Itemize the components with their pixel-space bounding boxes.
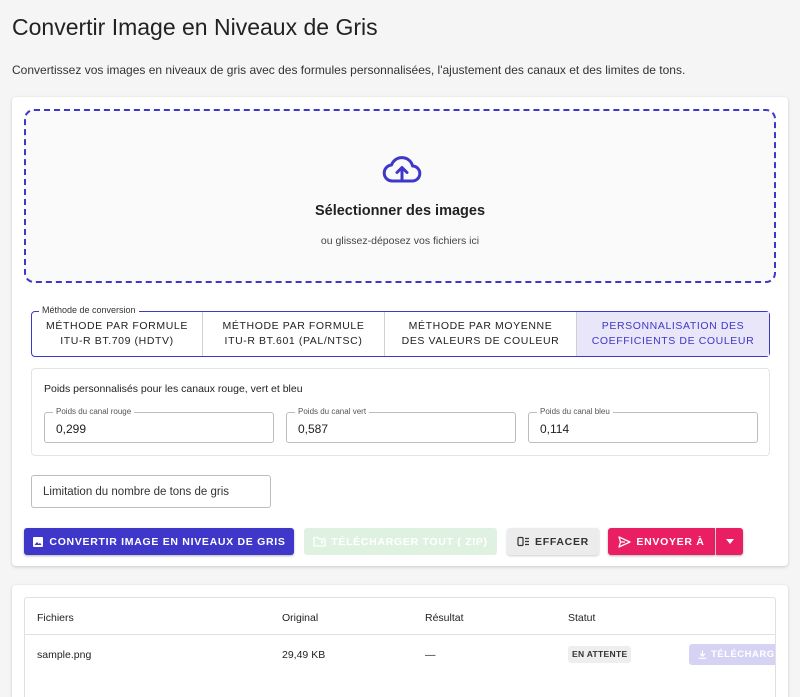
row-result: — [425,649,436,661]
blue-weight-value[interactable]: 0,114 [540,422,569,436]
header-original: Original [282,612,319,624]
conversion-method-group: Méthode de conversion MÉTHODE PAR FORMUL… [31,305,770,357]
folder-zip-icon [313,536,326,547]
red-weight-label: Poids du canal rouge [53,407,135,416]
header-files: Fichiers [37,612,74,624]
download-zip-label: TÉLÉCHARGER TOUT ( ZIP) [331,535,488,548]
row-file-name: sample.png [37,649,92,661]
clear-list-icon [517,536,530,547]
converter-card: Sélectionner des images ou glissez-dépos… [12,97,788,566]
header-result: Résultat [425,612,464,624]
download-zip-button[interactable]: TÉLÉCHARGER TOUT ( ZIP) [304,528,497,555]
clear-button[interactable]: EFFACER [507,528,599,555]
method-option-line: ITU-R BT.601 (PAL/NTSC) [224,335,363,347]
send-icon [618,535,632,548]
send-to-dropdown-button[interactable] [716,528,743,555]
blue-weight-label: Poids du canal bleu [537,407,613,416]
tone-limit-input[interactable]: Limitation du nombre de tons de gris [31,475,271,508]
method-option-average[interactable]: MÉTHODE PAR MOYENNE DES VALEURS DE COULEU… [385,312,577,356]
green-weight-value[interactable]: 0,587 [298,422,328,436]
method-option-line: MÉTHODE PAR MOYENNE [408,320,553,332]
method-option-line: DES VALEURS DE COULEUR [401,335,560,347]
red-weight-value[interactable]: 0,299 [56,422,86,436]
table-header: Fichiers Original Résultat Statut [25,598,775,635]
image-dropzone[interactable]: Sélectionner des images ou glissez-dépos… [24,109,776,283]
download-icon [698,650,707,659]
tone-limit-placeholder: Limitation du nombre de tons de gris [43,486,230,498]
convert-button[interactable]: CONVERTIR IMAGE EN NIVEAUX DE GRIS [24,528,294,555]
blue-weight-field[interactable]: Poids du canal bleu 0,114 [528,407,758,443]
method-option-line: ITU-R BT.709 (HDTV) [60,335,174,347]
green-weight-field[interactable]: Poids du canal vert 0,587 [286,407,516,443]
conversion-method-legend: Méthode de conversion [39,305,139,315]
method-option-bt709[interactable]: MÉTHODE PAR FORMULE ITU-R BT.709 (HDTV) [32,312,203,356]
custom-weights-title: Poids personnalisés pour les canaux roug… [44,383,303,395]
results-card: Fichiers Original Résultat Statut sample… [12,585,788,697]
method-option-custom[interactable]: PERSONNALISATION DES COEFFICIENTS DE COUL… [577,312,769,356]
red-weight-field[interactable]: Poids du canal rouge 0,299 [44,407,274,443]
page-title: Convertir Image en Niveaux de Gris [12,14,378,40]
method-option-bt601[interactable]: MÉTHODE PAR FORMULE ITU-R BT.601 (PAL/NTS… [203,312,385,356]
convert-button-label: CONVERTIR IMAGE EN NIVEAUX DE GRIS [49,535,286,548]
cloud-upload-icon [382,156,422,183]
send-to-button[interactable]: ENVOYER À [608,528,715,555]
row-original-size: 29,49 KB [282,649,326,661]
method-option-line: PERSONNALISATION DES [601,320,745,332]
status-badge: EN ATTENTE [568,646,632,663]
send-to-label: ENVOYER À [636,535,705,548]
caret-down-icon [725,539,734,544]
method-option-line: MÉTHODE PAR FORMULE [46,320,188,332]
results-table: Fichiers Original Résultat Statut sample… [24,597,776,697]
page-description: Convertissez vos images en niveaux de gr… [12,63,686,77]
row-download-button[interactable]: TÉLÉCHARGER [689,644,775,665]
dropzone-subtitle: ou glissez-déposez vos fichiers ici [320,235,480,247]
header-status: Statut [568,612,596,624]
row-download-label: TÉLÉCHARGER [711,649,775,660]
clear-button-label: EFFACER [535,535,589,548]
green-weight-label: Poids du canal vert [295,407,370,416]
image-icon [33,536,44,547]
dropzone-title: Sélectionner des images [314,203,486,219]
method-option-line: COEFFICIENTS DE COULEUR [591,335,755,347]
custom-weights-panel: Poids personnalisés pour les canaux roug… [31,368,770,456]
method-option-line: MÉTHODE PAR FORMULE [222,320,365,332]
